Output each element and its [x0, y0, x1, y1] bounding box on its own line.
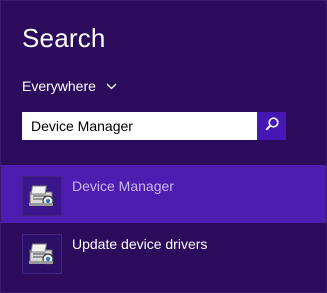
result-update-device-drivers[interactable]: Update device drivers: [1, 223, 326, 281]
search-icon: [264, 116, 280, 137]
result-label: Update device drivers: [72, 236, 208, 252]
search-pane: Search Everywhere Device Manager Device …: [0, 0, 327, 293]
search-button[interactable]: [257, 112, 286, 140]
page-title: Search: [22, 23, 106, 53]
result-device-manager[interactable]: Device Manager: [1, 165, 326, 223]
result-label: Device Manager: [72, 178, 174, 194]
scope-dropdown[interactable]: Everywhere: [22, 78, 117, 94]
results-list: Device Manager Update device drivers: [1, 165, 326, 281]
chevron-down-icon: [106, 83, 117, 90]
search-input[interactable]: [22, 112, 257, 140]
device-manager-icon: [22, 234, 62, 274]
scope-label: Everywhere: [22, 78, 96, 94]
device-manager-icon: [22, 176, 62, 216]
search-box: [22, 112, 286, 140]
